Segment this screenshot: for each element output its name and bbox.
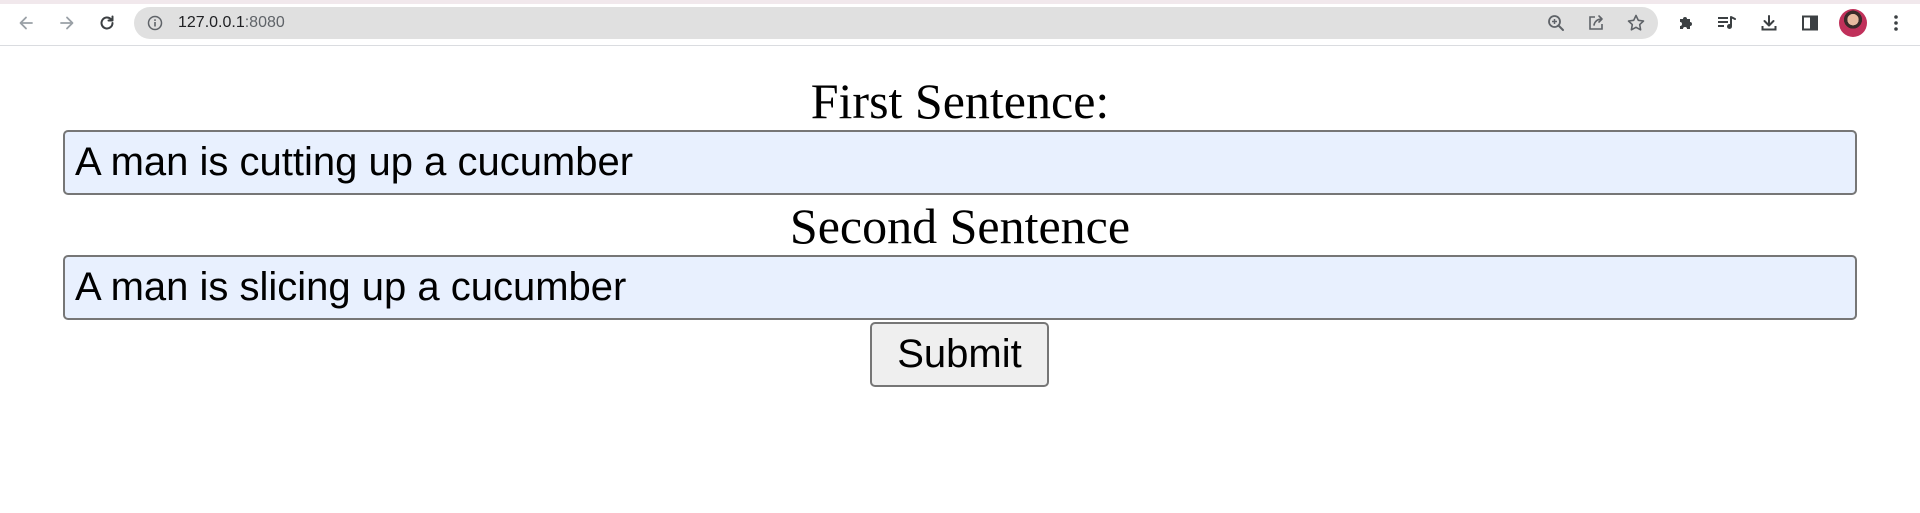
magnifier-plus-icon (1548, 15, 1564, 31)
url-port: :8080 (244, 14, 285, 31)
forward-button[interactable] (53, 9, 81, 37)
browser-toolbar: 127.0.0.1:8080 (0, 0, 1920, 46)
page-content: First Sentence: Second Sentence Submit (0, 46, 1920, 513)
arrow-left-icon (19, 16, 33, 30)
zoom-button[interactable] (1546, 13, 1566, 33)
bookmark-button[interactable] (1626, 13, 1646, 33)
three-dots-icon (1894, 15, 1898, 31)
extensions-button[interactable] (1674, 11, 1698, 35)
downloads-button[interactable] (1757, 11, 1781, 35)
first-sentence-input[interactable] (63, 130, 1857, 195)
second-sentence-label: Second Sentence (789, 198, 1131, 254)
puzzle-icon (1680, 17, 1692, 29)
submit-button[interactable]: Submit (870, 322, 1049, 387)
share-icon (1589, 15, 1603, 30)
share-button[interactable] (1586, 13, 1606, 33)
address-bar[interactable]: 127.0.0.1:8080 (134, 7, 1658, 39)
arrow-right-icon (60, 16, 74, 30)
media-queue-icon (1718, 16, 1736, 29)
url-host: 127.0.0.1 (178, 14, 245, 31)
download-icon (1761, 15, 1777, 31)
url-text[interactable]: 127.0.0.1:8080 (178, 14, 285, 32)
tab-strip-edge (0, 0, 1920, 4)
media-button[interactable] (1715, 11, 1739, 35)
reload-icon (100, 15, 114, 30)
browser-menu-button[interactable] (1884, 11, 1908, 35)
second-sentence-input[interactable] (63, 255, 1857, 320)
first-sentence-label: First Sentence: (810, 73, 1110, 129)
back-button[interactable] (12, 9, 40, 37)
side-panel-button[interactable] (1798, 11, 1822, 35)
info-circle-icon[interactable] (147, 15, 163, 31)
reload-button[interactable] (93, 9, 121, 37)
star-icon (1627, 14, 1645, 31)
side-panel-icon (1802, 15, 1818, 31)
profile-avatar[interactable] (1839, 9, 1867, 37)
